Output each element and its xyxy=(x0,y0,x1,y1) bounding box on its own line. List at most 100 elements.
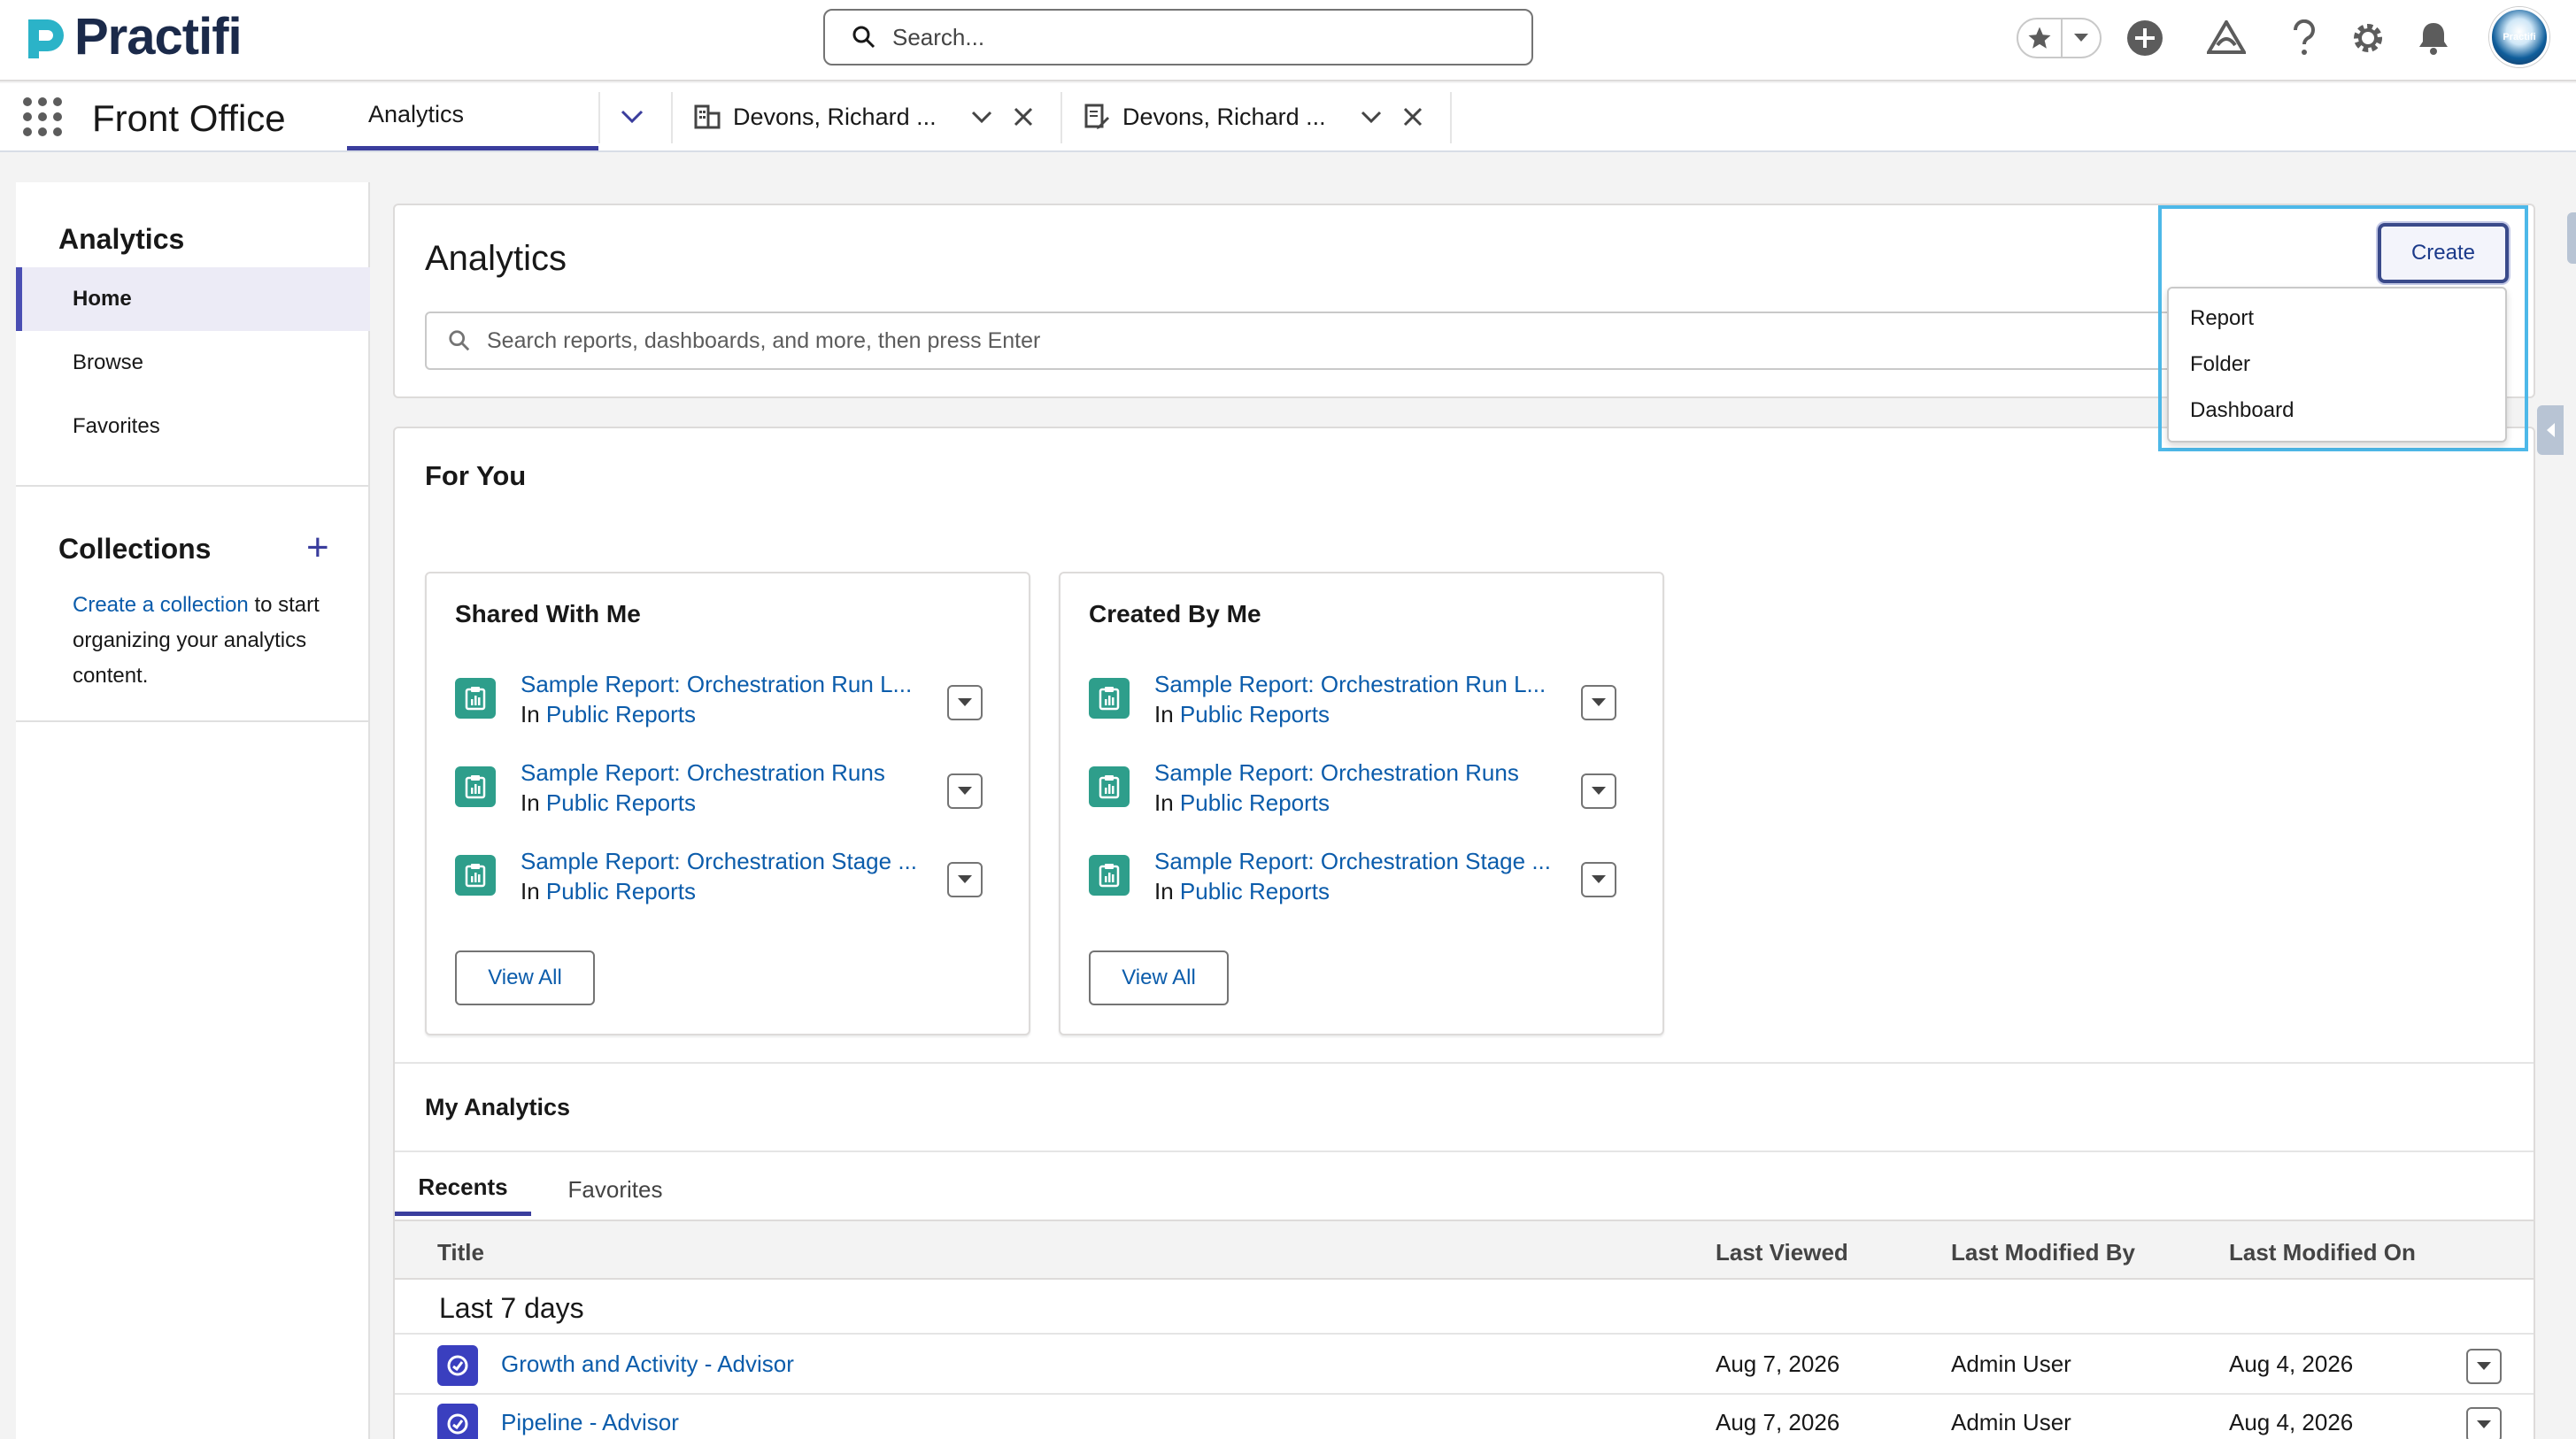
last-viewed-cell: Aug 7, 2026 xyxy=(1716,1351,1840,1377)
utility-panel-handle[interactable] xyxy=(2567,212,2576,264)
tab-close-icon[interactable] xyxy=(1402,83,1423,150)
practifi-logo[interactable]: Practifi xyxy=(23,8,243,65)
divider xyxy=(395,1333,2534,1335)
column-header-last-viewed[interactable]: Last Viewed xyxy=(1716,1239,1848,1266)
row-actions-dropdown-icon[interactable] xyxy=(947,685,983,720)
tab-label: Analytics xyxy=(368,101,465,127)
column-header-title[interactable]: Title xyxy=(437,1239,484,1266)
dashboard-icon xyxy=(437,1404,478,1439)
app-name: Front Office xyxy=(92,97,286,139)
report-link[interactable]: Sample Report: Orchestration Run L... xyxy=(1154,671,1546,698)
last-modified-on-cell: Aug 4, 2026 xyxy=(2229,1409,2354,1435)
folder-link[interactable]: Public Reports xyxy=(546,789,696,816)
report-location: In Public Reports xyxy=(1154,878,1330,904)
divider xyxy=(16,485,370,487)
last-viewed-cell: Aug 7, 2026 xyxy=(1716,1409,1840,1435)
report-location: In Public Reports xyxy=(1154,789,1330,816)
dashboard-link[interactable]: Pipeline - Advisor xyxy=(501,1409,679,1436)
collections-empty-message: Create a collection to start organizing … xyxy=(73,588,338,694)
report-link[interactable]: Sample Report: Orchestration Runs xyxy=(1154,759,1519,787)
row-actions-dropdown-icon[interactable] xyxy=(2466,1407,2502,1439)
row-actions-dropdown-icon[interactable] xyxy=(947,773,983,809)
report-location: In Public Reports xyxy=(1154,701,1330,727)
avatar-text: Practifi xyxy=(2503,32,2536,42)
row-actions-dropdown-icon[interactable] xyxy=(2466,1349,2502,1384)
sidebar-item-favorites[interactable]: Favorites xyxy=(16,395,370,458)
column-header-last-modified-on[interactable]: Last Modified On xyxy=(2229,1239,2416,1266)
panel-collapse-icon[interactable] xyxy=(2537,405,2564,455)
report-link[interactable]: Sample Report: Orchestration Run L... xyxy=(521,671,912,698)
table-row: Growth and Activity - Advisor Aug 7, 202… xyxy=(395,1336,2534,1393)
sidebar-item-home[interactable]: Home xyxy=(16,267,370,331)
favorites-dropdown-icon[interactable] xyxy=(2061,19,2100,57)
menu-item-dashboard[interactable]: Dashboard xyxy=(2190,398,2294,423)
collections-title: Collections xyxy=(58,533,212,565)
app-launcher-icon[interactable] xyxy=(23,97,62,136)
tab-label: Devons, Richard ... xyxy=(733,103,937,130)
last-modified-on-cell: Aug 4, 2026 xyxy=(2229,1351,2354,1377)
list-item: Sample Report: Orchestration Run L... In… xyxy=(455,671,1004,742)
row-actions-dropdown-icon[interactable] xyxy=(1581,862,1616,897)
menu-item-report[interactable]: Report xyxy=(2190,306,2254,331)
favorites-group[interactable] xyxy=(2017,18,2102,58)
sidebar-item-label: Home xyxy=(73,287,132,311)
tab-account-devons[interactable]: Devons, Richard ... xyxy=(694,83,937,150)
create-collection-link[interactable]: Create a collection xyxy=(73,593,249,617)
folder-link[interactable]: Public Reports xyxy=(546,878,696,904)
view-all-button[interactable]: View All xyxy=(1089,950,1229,1005)
menu-item-folder[interactable]: Folder xyxy=(2190,352,2250,377)
folder-link[interactable]: Public Reports xyxy=(1180,789,1330,816)
report-icon xyxy=(455,766,496,807)
tab-record-devons[interactable]: Devons, Richard ... xyxy=(1084,83,1326,150)
column-header-last-modified-by[interactable]: Last Modified By xyxy=(1951,1239,2135,1266)
group-label: Last 7 days xyxy=(439,1292,584,1324)
dashboard-link[interactable]: Growth and Activity - Advisor xyxy=(501,1351,794,1378)
global-search-input[interactable]: Search... xyxy=(823,9,1533,65)
report-link[interactable]: Sample Report: Orchestration Runs xyxy=(521,759,885,787)
divider xyxy=(395,1150,2534,1152)
last-modified-by-cell: Admin User xyxy=(1951,1351,2071,1377)
analytics-sidebar: Analytics Home Browse Favorites Collecti… xyxy=(16,182,370,1439)
row-actions-dropdown-icon[interactable] xyxy=(1581,773,1616,809)
trailhead-icon[interactable] xyxy=(2204,16,2248,60)
folder-link[interactable]: Public Reports xyxy=(546,701,696,727)
add-icon[interactable] xyxy=(2123,16,2167,60)
tab-analytics[interactable]: Analytics xyxy=(347,83,598,150)
report-icon xyxy=(1089,855,1130,896)
folder-link[interactable]: Public Reports xyxy=(1180,878,1330,904)
row-actions-dropdown-icon[interactable] xyxy=(1581,685,1616,720)
create-dropdown-menu: Report Folder Dashboard xyxy=(2167,287,2507,442)
row-actions-dropdown-icon[interactable] xyxy=(947,862,983,897)
practifi-logo-icon xyxy=(23,14,67,60)
report-link[interactable]: Sample Report: Orchestration Stage ... xyxy=(521,848,917,875)
notifications-bell-icon[interactable] xyxy=(2411,16,2456,60)
tab-close-icon[interactable] xyxy=(1013,83,1034,150)
tab-chevron-down-icon[interactable] xyxy=(970,83,993,150)
user-avatar[interactable]: Practifi xyxy=(2489,7,2549,67)
view-all-button[interactable]: View All xyxy=(455,950,595,1005)
analytics-search-placeholder: Search reports, dashboards, and more, th… xyxy=(487,327,1041,353)
list-item: Sample Report: Orchestration Stage ... I… xyxy=(1089,848,1638,919)
sidebar-item-label: Browse xyxy=(73,350,144,374)
analytics-search-input[interactable]: Search reports, dashboards, and more, th… xyxy=(425,312,2231,370)
divider xyxy=(395,1062,2534,1064)
favorites-star-icon[interactable] xyxy=(2018,25,2061,51)
tab-chevron-down-icon[interactable] xyxy=(1360,83,1383,150)
sidebar-title: Analytics xyxy=(58,223,185,255)
search-icon xyxy=(449,330,470,351)
report-icon xyxy=(455,855,496,896)
report-location: In Public Reports xyxy=(521,789,696,816)
folder-link[interactable]: Public Reports xyxy=(1180,701,1330,727)
tab-favorites[interactable]: Favorites xyxy=(549,1163,682,1216)
brand-name: Practifi xyxy=(74,8,243,65)
global-header: Practifi Search... Practifi xyxy=(0,0,2576,81)
sidebar-item-browse[interactable]: Browse xyxy=(16,331,370,395)
tab-recents[interactable]: Recents xyxy=(395,1163,531,1216)
help-icon[interactable] xyxy=(2282,16,2326,60)
create-button[interactable]: Create xyxy=(2378,223,2509,283)
report-link[interactable]: Sample Report: Orchestration Stage ... xyxy=(1154,848,1551,875)
setup-gear-icon[interactable] xyxy=(2346,16,2390,60)
add-collection-icon[interactable]: + xyxy=(306,526,329,570)
app-navigation-bar: Front Office Analytics Devons, Richard .… xyxy=(0,83,2576,152)
nav-menu-chevron-icon[interactable] xyxy=(620,83,644,150)
